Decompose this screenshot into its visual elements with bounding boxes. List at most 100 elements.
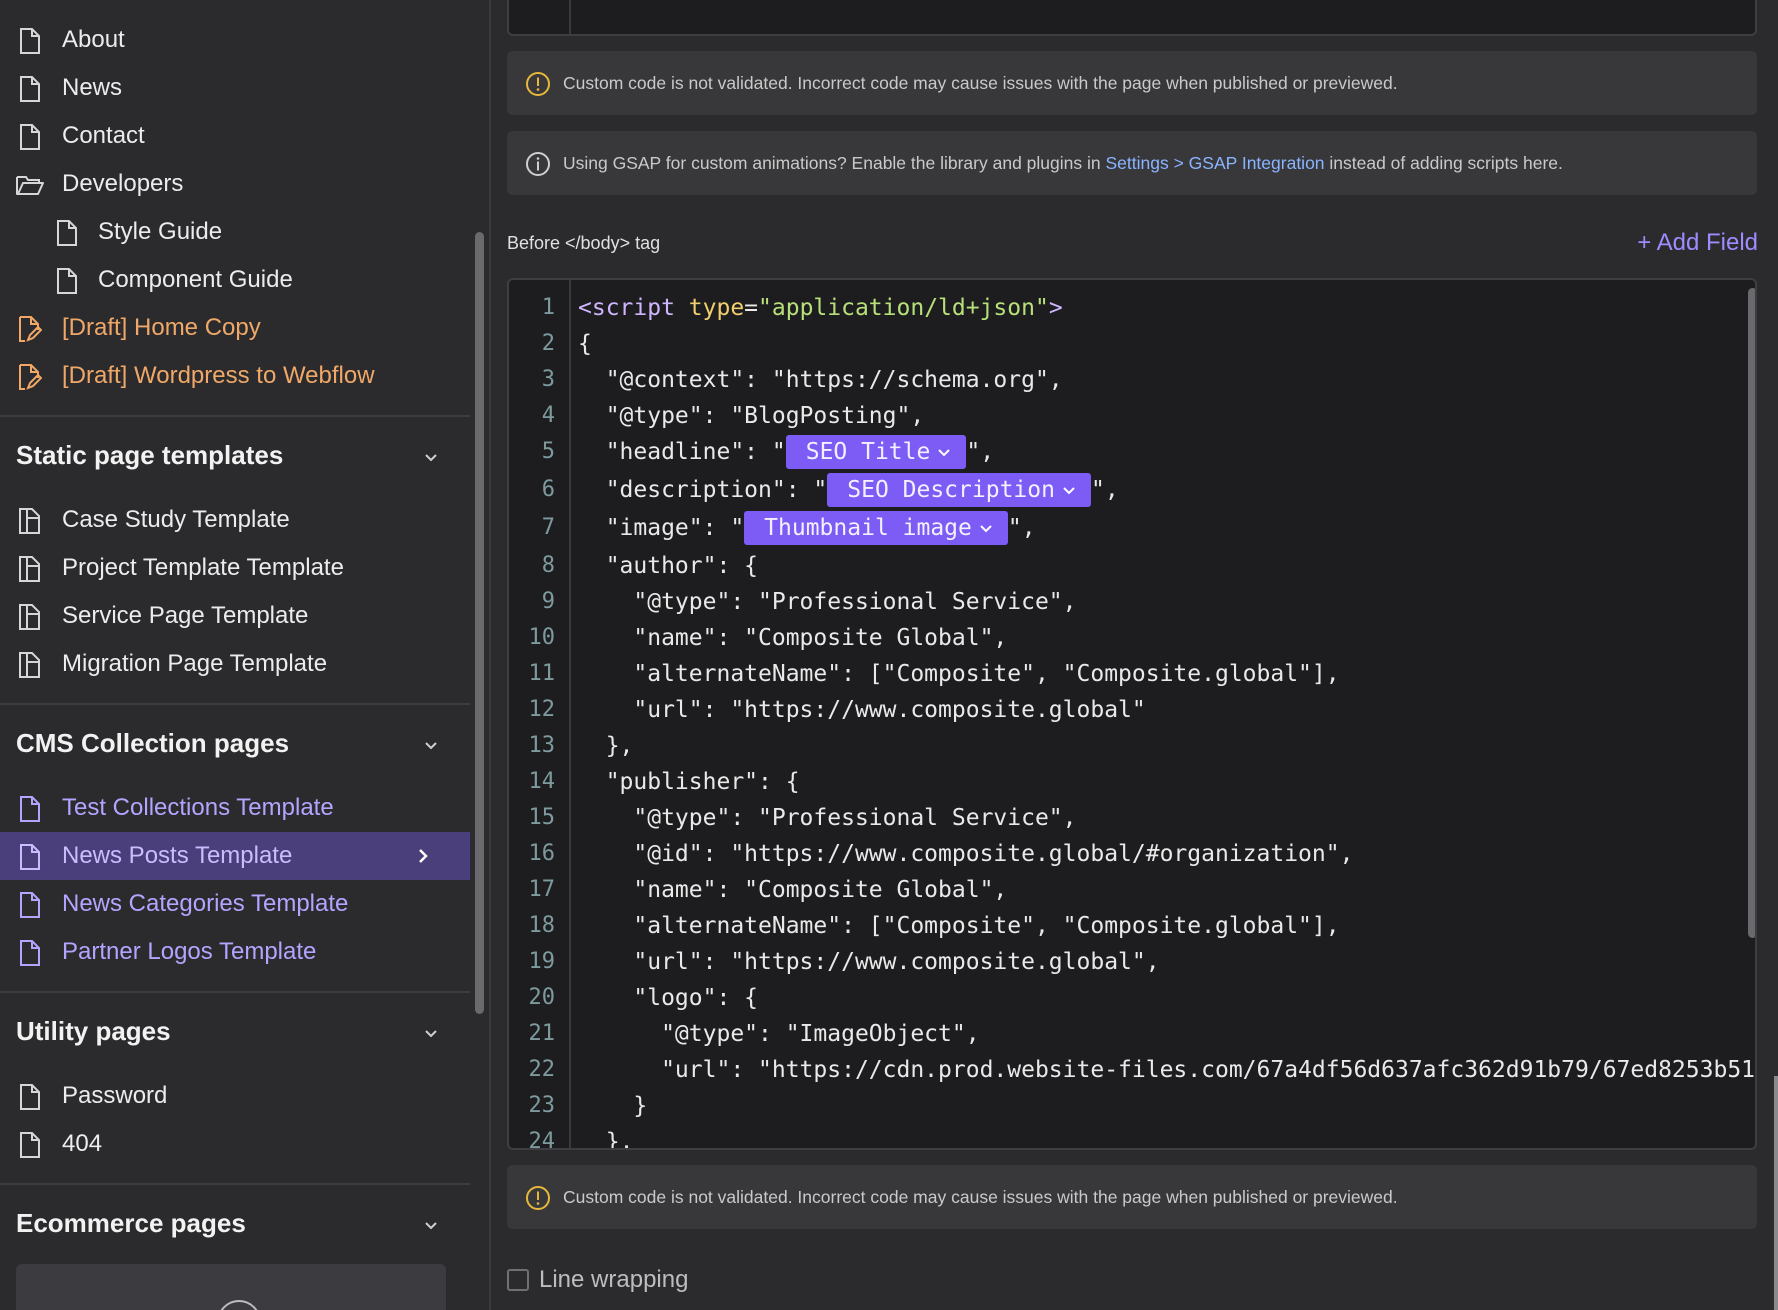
page-item-about[interactable]: About [0,16,470,64]
page-label: Style Guide [98,218,223,245]
cms-item-news-posts[interactable]: News Posts Template [0,832,470,880]
draft-page-icon [18,364,42,390]
cms-field-chip-thumbnail-image[interactable]: Thumbnail image [744,510,1008,545]
page-icon [18,124,42,150]
chip-label: SEO Title [805,438,931,465]
code-line: "@type": "ImageObject", [578,1021,980,1047]
template-item-service[interactable]: Service Page Template [0,592,470,640]
chevron-down-icon[interactable] [420,446,442,468]
line-number: 22 [528,1057,556,1082]
page-label: Contact [62,122,145,149]
main-scrollbar-thumb[interactable] [1774,1076,1778,1310]
line-number: 21 [528,1021,556,1046]
section-title-cms-pages[interactable]: CMS Collection pages [16,727,289,759]
folder-label: Developers [62,170,184,197]
code-line: "alternateName": ["Composite", "Composit… [578,913,1340,939]
cms-field-chip-seo-title[interactable]: SEO Title [785,434,967,469]
settings-link[interactable]: Settings [1105,153,1168,173]
cms-item-test-collections[interactable]: Test Collections Template [0,784,470,832]
code-line: }, [578,1129,634,1150]
line-number-gutter: 1 2 3 4 5 6 7 8 9 10 11 12 13 14 15 16 1… [509,280,571,1148]
utility-item-password[interactable]: Password [0,1072,470,1120]
code-line: "alternateName": ["Composite", "Composit… [578,661,1340,687]
validation-notice: Custom code is not validated. Incorrect … [507,51,1757,115]
cms-item-news-categories[interactable]: News Categories Template [0,880,470,928]
code-line: "author": { [578,553,759,579]
section-title-utility-pages[interactable]: Utility pages [16,1015,171,1047]
page-item-news[interactable]: News [0,64,470,112]
code-line: "@type": "Professional Service", [578,589,1077,615]
warning-icon [526,1186,550,1210]
page-item-component-guide[interactable]: Component Guide [0,256,470,304]
code-token-eq: = [744,295,759,321]
code-text: ", [1090,477,1119,503]
page-item-contact[interactable]: Contact [0,112,470,160]
line-number: 12 [528,697,556,722]
template-page-icon [18,604,42,630]
template-label: Case Study Template [62,506,290,533]
editor-gutter [509,0,571,34]
code-line: "url": "https://www.composite.global", [578,949,1160,975]
line-number: 9 [541,589,555,614]
template-label: Service Page Template [62,602,309,629]
line-number: 23 [528,1093,556,1118]
sidebar-scrollbar-thumb[interactable] [475,232,484,1014]
page-icon [18,892,42,918]
line-number: 13 [528,733,556,758]
head-code-editor[interactable] [507,0,1757,36]
code-line: "@type": "Professional Service", [578,805,1077,831]
code-token-tag: <script [578,295,689,321]
body-code-editor[interactable]: 1 2 3 4 5 6 7 8 9 10 11 12 13 14 15 16 1… [507,278,1757,1150]
gsap-integration-link[interactable]: GSAP Integration [1189,153,1325,173]
code-token-string: "application/ld+json" [758,295,1049,321]
add-field-button[interactable]: + Add Field [1637,229,1758,257]
code-line: "@id": "https://www.composite.global/#or… [578,841,1354,867]
line-number: 8 [541,553,555,578]
line-wrapping-checkbox[interactable] [507,1269,529,1291]
template-item-migration[interactable]: Migration Page Template [0,640,470,688]
code-line: "name": "Composite Global", [578,625,1008,651]
chevron-down-icon[interactable] [420,734,442,756]
chevron-down-icon[interactable] [420,1022,442,1044]
code-line: { [578,331,592,357]
page-label: [Draft] Wordpress to Webflow [62,362,375,389]
chevron-down-icon[interactable] [420,1214,442,1236]
cms-item-partner-logos[interactable]: Partner Logos Template [0,928,470,976]
code-token-attr: type [688,295,745,321]
template-page-icon [18,556,42,582]
folder-item-developers[interactable]: Developers [0,160,470,208]
code-line: "publisher": { [578,769,800,795]
page-icon [18,940,42,966]
line-number: 4 [541,403,555,428]
line-wrapping-label[interactable]: Line wrapping [539,1266,688,1294]
line-wrapping-row[interactable]: Line wrapping [507,1266,688,1294]
page-icon [18,1084,42,1110]
page-label: Component Guide [98,266,293,293]
chevron-right-icon[interactable] [412,845,434,867]
page-item-draft-home-copy[interactable]: [Draft] Home Copy [0,304,470,352]
template-label: Project Template Template [62,554,344,581]
template-item-case-study[interactable]: Case Study Template [0,496,470,544]
section-title-ecommerce-pages[interactable]: Ecommerce pages [16,1207,246,1239]
code-line: "description": " SEO Description ", [578,472,1119,508]
code-text: "image": " [578,515,745,541]
utility-item-404[interactable]: 404 [0,1120,470,1168]
gsap-notice-after: instead of adding scripts here. [1324,153,1563,173]
section-title-static-templates[interactable]: Static page templates [16,439,283,471]
folder-open-icon [16,172,44,198]
cms-field-chip-seo-description[interactable]: SEO Description [827,472,1091,507]
template-item-project[interactable]: Project Template Template [0,544,470,592]
validation-notice-text: Custom code is not validated. Incorrect … [563,1187,1398,1207]
line-number: 2 [541,331,555,356]
page-item-style-guide[interactable]: Style Guide [0,208,470,256]
chevron-down-icon [980,524,992,532]
editor-scrollbar-thumb[interactable] [1748,288,1755,938]
line-number: 17 [528,877,556,902]
page-item-draft-wordpress[interactable]: [Draft] Wordpress to Webflow [0,352,470,400]
validation-notice-text: Custom code is not validated. Incorrect … [563,73,1398,93]
code-line: "@type": "BlogPosting", [578,403,925,429]
line-number: 1 [541,295,555,320]
page-icon [18,796,42,822]
page-icon [55,268,79,294]
line-number: 6 [541,477,555,502]
